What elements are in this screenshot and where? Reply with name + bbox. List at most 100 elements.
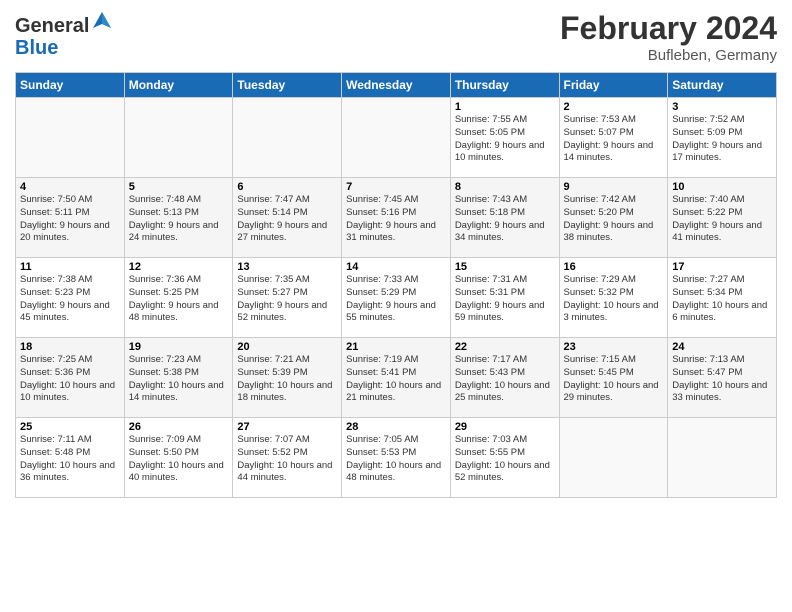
day-info: Sunrise: 7:48 AM Sunset: 5:13 PM Dayligh… [129,194,229,245]
day-number: 26 [129,421,229,433]
calendar-day-cell: 24Sunrise: 7:13 AM Sunset: 5:47 PM Dayli… [668,338,777,418]
calendar-day-cell: 26Sunrise: 7:09 AM Sunset: 5:50 PM Dayli… [124,418,233,498]
day-number: 20 [237,341,337,353]
calendar-day-cell [559,418,668,498]
day-info: Sunrise: 7:47 AM Sunset: 5:14 PM Dayligh… [237,194,337,245]
day-info: Sunrise: 7:43 AM Sunset: 5:18 PM Dayligh… [455,194,555,245]
day-info: Sunrise: 7:55 AM Sunset: 5:05 PM Dayligh… [455,114,555,165]
day-info: Sunrise: 7:50 AM Sunset: 5:11 PM Dayligh… [20,194,120,245]
logo: General Blue [15,10,111,59]
day-info: Sunrise: 7:27 AM Sunset: 5:34 PM Dayligh… [672,274,772,325]
day-number: 19 [129,341,229,353]
day-number: 18 [20,341,120,353]
day-number: 13 [237,261,337,273]
calendar-day-cell: 15Sunrise: 7:31 AM Sunset: 5:31 PM Dayli… [450,258,559,338]
calendar-day-cell: 18Sunrise: 7:25 AM Sunset: 5:36 PM Dayli… [16,338,125,418]
calendar-day-cell: 5Sunrise: 7:48 AM Sunset: 5:13 PM Daylig… [124,178,233,258]
main-container: General Blue February 2024 Bufleben, Ger… [0,0,792,508]
day-info: Sunrise: 7:36 AM Sunset: 5:25 PM Dayligh… [129,274,229,325]
title-area: February 2024 Bufleben, Germany [560,10,777,64]
day-number: 9 [564,181,664,193]
day-info: Sunrise: 7:35 AM Sunset: 5:27 PM Dayligh… [237,274,337,325]
calendar-day-cell: 13Sunrise: 7:35 AM Sunset: 5:27 PM Dayli… [233,258,342,338]
day-info: Sunrise: 7:31 AM Sunset: 5:31 PM Dayligh… [455,274,555,325]
calendar-day-cell: 6Sunrise: 7:47 AM Sunset: 5:14 PM Daylig… [233,178,342,258]
day-info: Sunrise: 7:11 AM Sunset: 5:48 PM Dayligh… [20,434,120,485]
day-number: 28 [346,421,446,433]
calendar-day-header: Wednesday [342,73,451,98]
calendar-day-header: Tuesday [233,73,342,98]
day-number: 1 [455,101,555,113]
calendar-day-cell [668,418,777,498]
calendar-day-cell [342,98,451,178]
calendar-day-cell: 23Sunrise: 7:15 AM Sunset: 5:45 PM Dayli… [559,338,668,418]
calendar-day-cell: 17Sunrise: 7:27 AM Sunset: 5:34 PM Dayli… [668,258,777,338]
day-number: 6 [237,181,337,193]
header: General Blue February 2024 Bufleben, Ger… [15,10,777,64]
day-info: Sunrise: 7:33 AM Sunset: 5:29 PM Dayligh… [346,274,446,325]
calendar-week-row: 18Sunrise: 7:25 AM Sunset: 5:36 PM Dayli… [16,338,777,418]
subtitle: Bufleben, Germany [560,47,777,64]
day-info: Sunrise: 7:03 AM Sunset: 5:55 PM Dayligh… [455,434,555,485]
main-title: February 2024 [560,10,777,47]
day-info: Sunrise: 7:45 AM Sunset: 5:16 PM Dayligh… [346,194,446,245]
day-number: 21 [346,341,446,353]
day-number: 25 [20,421,120,433]
day-info: Sunrise: 7:42 AM Sunset: 5:20 PM Dayligh… [564,194,664,245]
day-info: Sunrise: 7:52 AM Sunset: 5:09 PM Dayligh… [672,114,772,165]
day-number: 17 [672,261,772,273]
day-number: 8 [455,181,555,193]
day-number: 12 [129,261,229,273]
day-number: 7 [346,181,446,193]
calendar-day-header: Friday [559,73,668,98]
day-info: Sunrise: 7:40 AM Sunset: 5:22 PM Dayligh… [672,194,772,245]
calendar-day-cell: 14Sunrise: 7:33 AM Sunset: 5:29 PM Dayli… [342,258,451,338]
day-number: 27 [237,421,337,433]
logo-text: General Blue [15,10,111,59]
day-number: 24 [672,341,772,353]
day-number: 16 [564,261,664,273]
calendar-table: SundayMondayTuesdayWednesdayThursdayFrid… [15,72,777,498]
logo-icon [91,10,113,32]
calendar-day-cell: 9Sunrise: 7:42 AM Sunset: 5:20 PM Daylig… [559,178,668,258]
calendar-header-row: SundayMondayTuesdayWednesdayThursdayFrid… [16,73,777,98]
calendar-day-header: Sunday [16,73,125,98]
calendar-day-cell: 28Sunrise: 7:05 AM Sunset: 5:53 PM Dayli… [342,418,451,498]
calendar-day-cell: 7Sunrise: 7:45 AM Sunset: 5:16 PM Daylig… [342,178,451,258]
logo-general: General [15,15,89,37]
calendar-day-cell [16,98,125,178]
day-info: Sunrise: 7:09 AM Sunset: 5:50 PM Dayligh… [129,434,229,485]
calendar-day-cell: 27Sunrise: 7:07 AM Sunset: 5:52 PM Dayli… [233,418,342,498]
calendar-week-row: 11Sunrise: 7:38 AM Sunset: 5:23 PM Dayli… [16,258,777,338]
day-number: 15 [455,261,555,273]
day-info: Sunrise: 7:21 AM Sunset: 5:39 PM Dayligh… [237,354,337,405]
day-info: Sunrise: 7:05 AM Sunset: 5:53 PM Dayligh… [346,434,446,485]
calendar-day-cell [124,98,233,178]
day-info: Sunrise: 7:13 AM Sunset: 5:47 PM Dayligh… [672,354,772,405]
day-number: 23 [564,341,664,353]
day-info: Sunrise: 7:25 AM Sunset: 5:36 PM Dayligh… [20,354,120,405]
day-number: 5 [129,181,229,193]
calendar-day-cell: 21Sunrise: 7:19 AM Sunset: 5:41 PM Dayli… [342,338,451,418]
calendar-day-cell: 4Sunrise: 7:50 AM Sunset: 5:11 PM Daylig… [16,178,125,258]
calendar-day-cell: 25Sunrise: 7:11 AM Sunset: 5:48 PM Dayli… [16,418,125,498]
day-info: Sunrise: 7:23 AM Sunset: 5:38 PM Dayligh… [129,354,229,405]
calendar-day-cell: 12Sunrise: 7:36 AM Sunset: 5:25 PM Dayli… [124,258,233,338]
day-number: 3 [672,101,772,113]
day-number: 22 [455,341,555,353]
logo-text-group: General Blue [15,10,111,59]
day-number: 29 [455,421,555,433]
day-info: Sunrise: 7:38 AM Sunset: 5:23 PM Dayligh… [20,274,120,325]
day-number: 14 [346,261,446,273]
calendar-day-cell: 2Sunrise: 7:53 AM Sunset: 5:07 PM Daylig… [559,98,668,178]
day-info: Sunrise: 7:15 AM Sunset: 5:45 PM Dayligh… [564,354,664,405]
day-info: Sunrise: 7:17 AM Sunset: 5:43 PM Dayligh… [455,354,555,405]
calendar-day-header: Saturday [668,73,777,98]
calendar-day-cell: 29Sunrise: 7:03 AM Sunset: 5:55 PM Dayli… [450,418,559,498]
calendar-day-cell: 22Sunrise: 7:17 AM Sunset: 5:43 PM Dayli… [450,338,559,418]
day-info: Sunrise: 7:19 AM Sunset: 5:41 PM Dayligh… [346,354,446,405]
calendar-day-cell: 19Sunrise: 7:23 AM Sunset: 5:38 PM Dayli… [124,338,233,418]
calendar-week-row: 1Sunrise: 7:55 AM Sunset: 5:05 PM Daylig… [16,98,777,178]
day-info: Sunrise: 7:53 AM Sunset: 5:07 PM Dayligh… [564,114,664,165]
day-info: Sunrise: 7:29 AM Sunset: 5:32 PM Dayligh… [564,274,664,325]
